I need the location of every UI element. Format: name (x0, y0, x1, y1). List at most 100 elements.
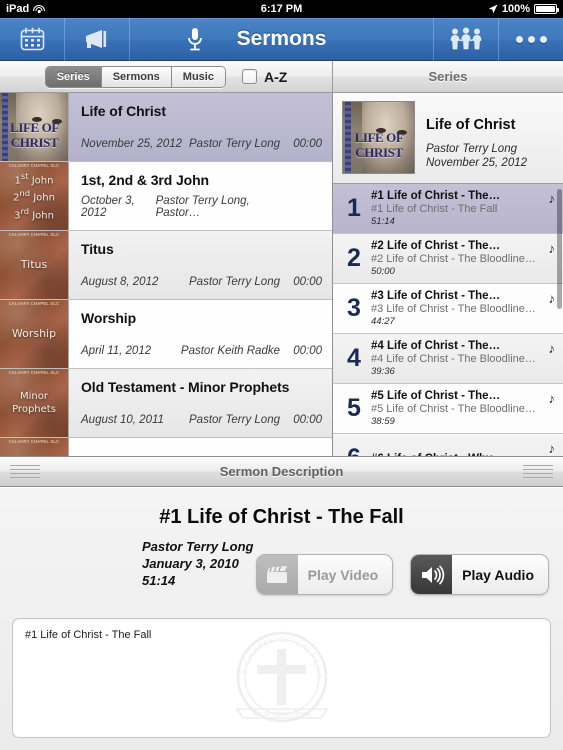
track-number: 6 (337, 444, 371, 456)
toolbar-row: Series Sermons Music A-Z Series (0, 61, 563, 93)
thumbnail-banner: CALVARY CHAPEL SLC (8, 232, 60, 237)
series-row-body (69, 438, 332, 456)
sermon-description-splitter[interactable]: Sermon Description (0, 456, 563, 487)
series-row-partial[interactable]: CALVARY CHAPEL SLC (0, 438, 332, 456)
series-date: October 3, 2012 (81, 195, 135, 219)
sermon-title: #1 Life of Christ - The Fall (159, 506, 404, 528)
series-thumbnail: CALVARY CHAPEL SLC (0, 438, 69, 456)
more-button[interactable] (499, 18, 563, 61)
track-row[interactable]: 4 #4 Life of Christ - The… #4 Life of Ch… (333, 334, 563, 384)
track-number: 1 (347, 194, 361, 222)
track-row[interactable]: 3 #3 Life of Christ - The… #3 Life of Ch… (333, 284, 563, 334)
segment-sermons[interactable]: Sermons (101, 66, 172, 87)
thumbnail-banner: CALVARY CHAPEL SLC (8, 301, 60, 306)
series-detail-thumbnail: LIFE OF CHRIST (342, 101, 415, 174)
thumbnail-banner: CALVARY CHAPEL SLC (8, 163, 60, 168)
track-row[interactable]: 5 #5 Life of Christ - The… #5 Life of Ch… (333, 384, 563, 434)
track-title: #2 Life of Christ - The… (371, 240, 501, 252)
series-date: August 8, 2012 (81, 276, 159, 288)
drag-handle-icon[interactable] (523, 465, 553, 480)
sermon-pastor: Pastor Terry Long (142, 539, 254, 554)
right-pane-header-title: Series (333, 61, 563, 93)
series-pastor: Pastor Terry Long (189, 138, 280, 150)
seal-banner-text: It's all about Jesus (253, 711, 311, 718)
track-list-pane[interactable]: LIFE OF CHRIST Life of Christ Pastor Ter… (333, 93, 563, 456)
series-row[interactable]: CALVARY CHAPEL SLC Minor Prophets Old Tes… (0, 369, 332, 438)
vertical-scrollbar[interactable] (557, 189, 562, 309)
track-duration: 51:14 (371, 216, 395, 227)
nav-right-group (433, 17, 563, 61)
series-duration: 00:00 (293, 414, 322, 426)
music-note-icon: ♪ (548, 341, 556, 356)
announcements-button[interactable] (65, 18, 129, 61)
az-checkbox[interactable] (241, 69, 257, 84)
more-dots-icon (515, 35, 547, 43)
series-pastor: Pastor Terry Long (189, 276, 280, 288)
az-toggle[interactable]: A-Z (241, 69, 287, 85)
segment-series[interactable]: Series (45, 66, 102, 87)
nav-divider (129, 17, 130, 61)
track-body: #4 Life of Christ - The… #4 Life of Chri… (371, 340, 554, 377)
split-panes: LIFE OF CHRIST Life of Christ November 2… (0, 93, 563, 456)
series-pastor: Pastor Terry Long (189, 414, 280, 426)
track-title: #5 Life of Christ - The… (371, 390, 501, 402)
sermon-description-text: #1 Life of Christ - The Fall (25, 629, 152, 641)
speaker-icon (411, 555, 453, 594)
track-duration: 50:00 (371, 266, 395, 277)
track-row-partial[interactable]: 6 #6 Life of Christ - Why… ♪ (333, 434, 563, 456)
play-audio-button[interactable]: Play Audio (410, 554, 549, 595)
track-row[interactable]: 2 #2 Life of Christ - The… #2 Life of Ch… (333, 234, 563, 284)
location-arrow-icon (488, 4, 498, 14)
status-bar-time: 6:17 PM (260, 3, 303, 15)
series-title: Worship (81, 310, 137, 326)
series-duration: 00:00 (293, 276, 322, 288)
view-mode-segmented-control[interactable]: Series Sermons Music (44, 65, 226, 88)
series-detail-text: Life of Christ Pastor Terry Long Novembe… (426, 101, 527, 173)
music-note-icon: ♪ (548, 441, 556, 456)
playback-buttons: Play Video Play Audio (255, 554, 549, 595)
segment-music[interactable]: Music (171, 66, 225, 87)
thumbnail-banner: CALVARY CHAPEL SLC (8, 370, 60, 375)
track-number: 5 (347, 394, 361, 422)
music-note-icon: ♪ (548, 391, 556, 406)
series-row-body: Life of Christ November 25, 2012 Pastor … (69, 93, 332, 161)
series-meta: October 3, 2012 Pastor Terry Long, Pasto… (81, 195, 322, 219)
series-meta: August 8, 2012 Pastor Terry Long 00:00 (81, 276, 322, 288)
series-pastor: Pastor Terry Long, Pastor… (155, 195, 250, 219)
track-title: #3 Life of Christ - The… (371, 290, 501, 302)
track-subtitle: #3 Life of Christ - The Bloodline… (371, 303, 536, 315)
thumbnail-banner: CALVARY CHAPEL SLC (8, 439, 60, 444)
calendar-button[interactable] (0, 18, 64, 61)
series-row-body: Old Testament - Minor Prophets August 10… (69, 369, 332, 437)
sermon-description-box[interactable]: #1 Life of Christ - The Fall CALVARY CHA… (12, 618, 551, 738)
series-title: Titus (81, 241, 114, 257)
series-thumbnail: LIFE OF CHRIST (0, 93, 69, 161)
series-row-body: Titus August 8, 2012 Pastor Terry Long 0… (69, 231, 332, 299)
series-thumbnail-label: Titus (20, 258, 48, 271)
series-detail-meta: Pastor Terry Long November 25, 2012 (426, 142, 527, 170)
music-note-icon: ♪ (548, 241, 556, 256)
church-seal-watermark-icon: CALVARY CHAPEL OF SALT LAKE CITY It's al… (217, 625, 328, 723)
series-row[interactable]: CALVARY CHAPEL SLC 1st John 2nd John 3rd J… (0, 162, 332, 231)
battery-percent-label: 100% (501, 3, 530, 15)
play-video-button[interactable]: Play Video (255, 554, 394, 595)
status-bar-right: 100% (488, 3, 559, 15)
music-note-icon: ♪ (548, 191, 556, 206)
series-duration: 00:00 (293, 138, 322, 150)
series-row[interactable]: CALVARY CHAPEL SLC Titus Titus August 8,… (0, 231, 332, 300)
music-note-icon: ♪ (548, 291, 556, 306)
series-row[interactable]: CALVARY CHAPEL SLC Worship Worship April… (0, 300, 332, 369)
people-button[interactable] (434, 18, 498, 61)
track-duration: 38:59 (371, 416, 395, 427)
mic-button[interactable] (186, 18, 204, 61)
series-title: Life of Christ (81, 103, 166, 119)
series-list[interactable]: LIFE OF CHRIST Life of Christ November 2… (0, 93, 333, 456)
series-detail-date: November 25, 2012 (426, 157, 528, 169)
series-row[interactable]: LIFE OF CHRIST Life of Christ November 2… (0, 93, 332, 162)
track-subtitle: #1 Life of Christ - The Fall (371, 203, 498, 215)
track-row[interactable]: 1 #1 Life of Christ - The… #1 Life of Ch… (333, 184, 563, 234)
series-title: Old Testament - Minor Prophets (81, 379, 290, 395)
track-subtitle: #4 Life of Christ - The Bloodline… (371, 353, 536, 365)
series-thumbnail-label: 1st John 2nd John 3rd John (13, 171, 55, 221)
drag-handle-icon[interactable] (10, 465, 40, 480)
